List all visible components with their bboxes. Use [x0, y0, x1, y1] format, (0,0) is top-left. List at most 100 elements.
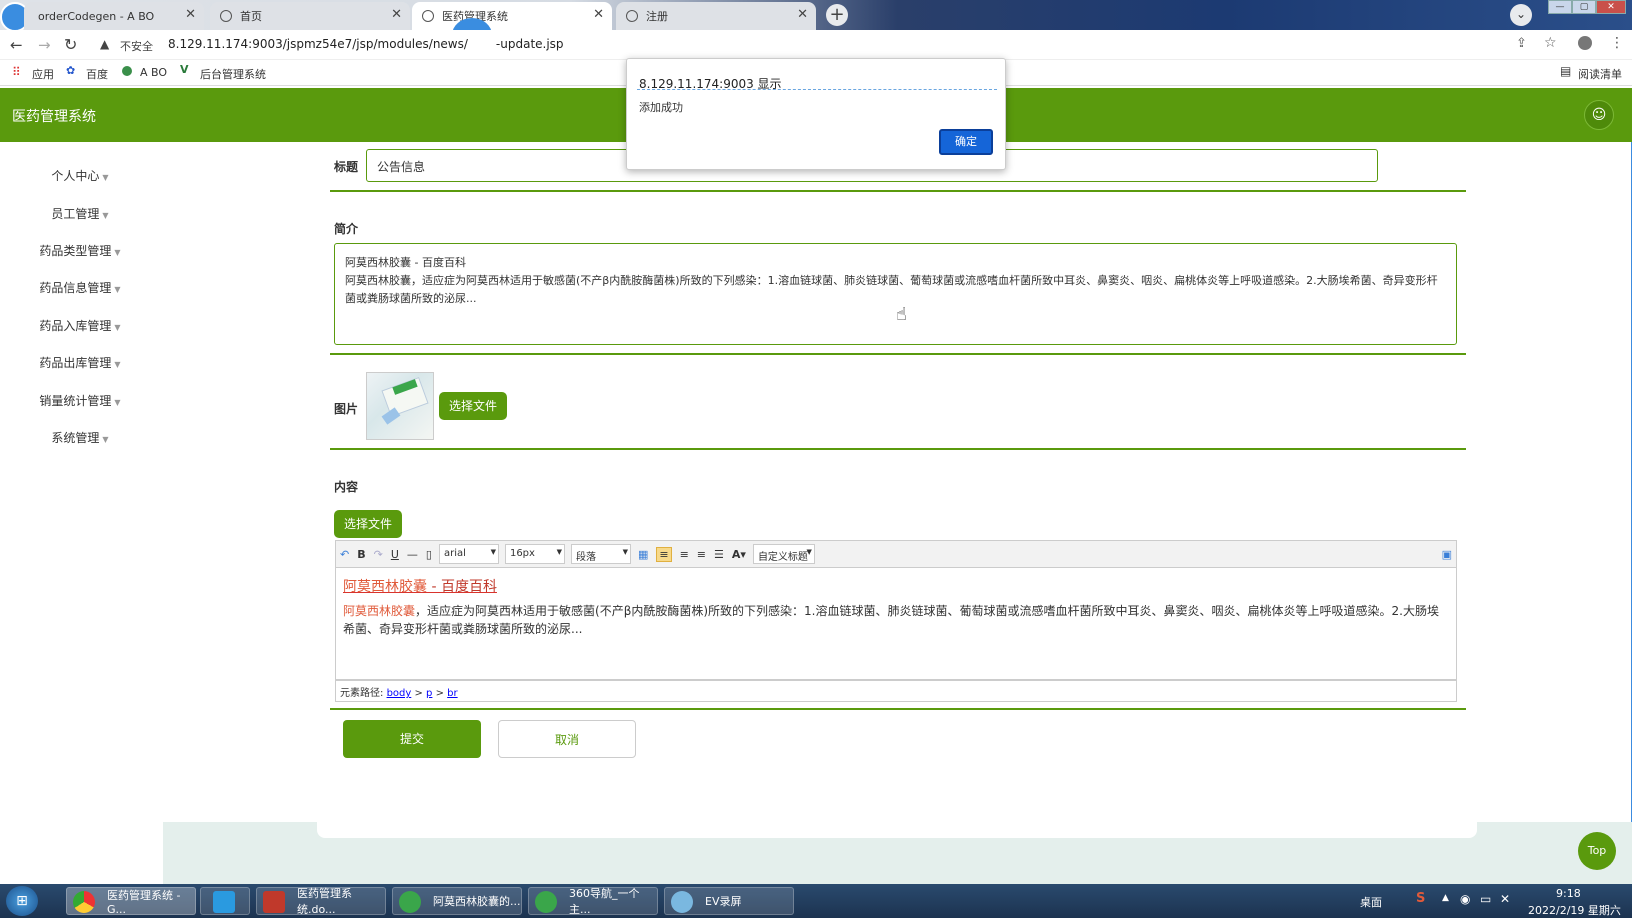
- divider: [330, 448, 1466, 450]
- dialog-ok-button[interactable]: 确定: [939, 129, 993, 155]
- desktop-label[interactable]: 桌面: [1360, 894, 1382, 910]
- underline-icon[interactable]: U: [391, 548, 399, 561]
- redo-icon[interactable]: ↷: [374, 548, 383, 561]
- table-icon[interactable]: ▦: [638, 548, 648, 561]
- intro-textarea[interactable]: 阿莫西林胶囊 - 百度百科 阿莫西林胶囊，适应症为阿莫西林适用于敏感菌(不产β内…: [334, 243, 1457, 345]
- bookmark-apps[interactable]: 应用: [32, 66, 54, 82]
- forward-icon[interactable]: →: [38, 36, 51, 54]
- bookmark-admin[interactable]: 后台管理系统: [200, 66, 266, 82]
- caret-down-icon: ▼: [102, 173, 109, 182]
- tray-volume-icon[interactable]: ✕: [1500, 892, 1510, 906]
- bookmark-abo[interactable]: A BO: [140, 66, 167, 79]
- dialog-message: 添加成功: [639, 101, 683, 114]
- tab-search-button[interactable]: ⌄: [1510, 4, 1532, 26]
- tab-register[interactable]: 注册 ✕: [616, 2, 816, 30]
- cancel-button[interactable]: 取消: [498, 720, 636, 758]
- taskbar-item-chrome[interactable]: 医药管理系统 - G...: [66, 887, 196, 916]
- bold-icon[interactable]: B: [357, 548, 365, 561]
- fullscreen-icon[interactable]: ▣: [1442, 548, 1452, 561]
- address-bar: ← → ↻ ▲ 不安全 8.129.11.174:9003/jspmz54e7/…: [0, 30, 1632, 60]
- menu-icon[interactable]: ⋮: [1610, 35, 1624, 51]
- tab-label: 首页: [240, 10, 262, 23]
- reading-list[interactable]: 阅读清单: [1578, 66, 1622, 82]
- user-icon[interactable]: ☺: [1584, 100, 1614, 130]
- horizontal-rule-icon[interactable]: —: [407, 548, 418, 561]
- start-button[interactable]: ⊞: [6, 886, 38, 916]
- element-path-bar: 元素路径: body > p > br: [335, 680, 1457, 702]
- font-size-select[interactable]: 16px ▼: [504, 544, 565, 564]
- divider: [330, 353, 1466, 355]
- footer-panel: [317, 812, 1477, 838]
- submit-button[interactable]: 提交: [343, 720, 481, 758]
- path-p-link[interactable]: p: [426, 688, 432, 699]
- globe-icon: [422, 10, 434, 22]
- share-icon[interactable]: ⇪: [1516, 36, 1527, 51]
- close-icon[interactable]: ✕: [797, 7, 808, 22]
- tab-home[interactable]: 首页 ✕: [210, 2, 410, 30]
- tab-medical-system[interactable]: 医药管理系统 ✕: [412, 2, 612, 30]
- rich-text-editor[interactable]: 阿莫西林胶囊 - 百度百科 阿莫西林胶囊，适应症为阿莫西林适用于敏感菌(不产β内…: [335, 568, 1457, 680]
- font-family-select[interactable]: arial ▼: [438, 544, 499, 564]
- taskbar-item-player[interactable]: [200, 887, 250, 915]
- paragraph-select[interactable]: 段落 ▼: [570, 544, 631, 564]
- intro-label: 简介: [334, 222, 359, 236]
- taskbar-item-360-1[interactable]: 阿莫西林胶囊的...: [392, 887, 522, 915]
- minimize-button[interactable]: —: [1548, 0, 1572, 14]
- url-prefix: 8.129.11.174:9003/jspmz54e7/jsp/modules/…: [168, 37, 468, 51]
- tray-sogou-icon[interactable]: S: [1416, 891, 1425, 906]
- back-icon[interactable]: ←: [10, 36, 23, 54]
- taskbar-item-ev[interactable]: EV录屏: [664, 887, 794, 915]
- profile-icon[interactable]: [1578, 36, 1592, 50]
- top-button[interactable]: Top: [1578, 832, 1616, 870]
- tray-arrow-icon[interactable]: ▲: [1442, 893, 1449, 903]
- image-thumbnail: [366, 372, 434, 440]
- clock-time: 9:18: [1556, 887, 1581, 900]
- tab-ordercodegen[interactable]: orderCodegen - A BO ✕: [24, 2, 204, 30]
- bookmark-baidu[interactable]: 百度: [86, 66, 108, 82]
- new-tab-button[interactable]: +: [826, 4, 848, 26]
- close-icon[interactable]: ✕: [185, 7, 196, 22]
- align-center-icon[interactable]: ≡: [680, 548, 689, 561]
- tray-qq-icon[interactable]: ◉: [1460, 892, 1470, 906]
- reading-list-icon: ▤: [1560, 64, 1572, 78]
- sidebar-item-system[interactable]: 系统管理 ▼: [0, 429, 160, 446]
- tray-network-icon[interactable]: ▭: [1480, 892, 1491, 906]
- apps-icon[interactable]: ⠿: [12, 65, 21, 79]
- sidebar-item-drug-info[interactable]: 药品信息管理 ▼: [0, 279, 160, 296]
- caret-down-icon: ▼: [114, 398, 121, 407]
- align-right-icon[interactable]: ≡: [697, 548, 706, 561]
- close-icon[interactable]: ✕: [391, 7, 402, 22]
- taskbar-item-360-2[interactable]: 360导航_一个主...: [528, 887, 658, 916]
- sidebar-item-stock-out[interactable]: 药品出库管理 ▼: [0, 354, 160, 371]
- choose-content-file-button[interactable]: 选择文件: [334, 510, 402, 538]
- path-body-link[interactable]: body: [387, 688, 412, 699]
- tab-label: orderCodegen - A BO: [38, 9, 155, 23]
- font-color-icon[interactable]: A▾: [732, 548, 746, 561]
- align-left-icon[interactable]: ≡: [656, 546, 672, 562]
- url-input[interactable]: 8.129.11.174:9003/jspmz54e7/jsp/modules/…: [168, 37, 564, 51]
- caret-down-icon: ▼: [114, 285, 121, 294]
- security-label[interactable]: 不安全: [120, 38, 153, 54]
- choose-image-button[interactable]: 选择文件: [439, 392, 507, 420]
- sidebar: 个人中心 ▼ 员工管理 ▼ 药品类型管理 ▼ 药品信息管理 ▼ 药品入库管理 ▼ 药品出库…: [0, 142, 160, 882]
- blank-page-icon[interactable]: ▯: [426, 548, 432, 561]
- path-br-link[interactable]: br: [447, 688, 457, 699]
- editor-heading-link[interactable]: 阿莫西林胶囊 - 百度百科: [343, 576, 1449, 596]
- star-icon[interactable]: ☆: [1544, 35, 1557, 51]
- globe-icon: [220, 10, 232, 22]
- sidebar-item-personal[interactable]: 个人中心 ▼: [0, 167, 160, 184]
- justify-icon[interactable]: ☰: [714, 548, 724, 561]
- close-icon[interactable]: ✕: [593, 7, 604, 22]
- taskbar-item-word[interactable]: 医药管理系统.do...: [256, 887, 386, 916]
- reload-icon[interactable]: ↻: [64, 35, 77, 54]
- sidebar-item-sales[interactable]: 销量统计管理 ▼: [0, 392, 160, 409]
- undo-icon[interactable]: ↶: [340, 548, 349, 561]
- sidebar-item-stock-in[interactable]: 药品入库管理 ▼: [0, 317, 160, 334]
- globe-icon: [626, 10, 638, 22]
- sidebar-item-staff[interactable]: 员工管理 ▼: [0, 205, 160, 222]
- custom-title-select[interactable]: 自定义标题 ▼: [752, 544, 815, 564]
- maximize-button[interactable]: ▢: [1572, 0, 1596, 14]
- divider: [330, 190, 1466, 192]
- close-window-button[interactable]: ✕: [1596, 0, 1626, 14]
- sidebar-item-drug-type[interactable]: 药品类型管理 ▼: [0, 242, 160, 259]
